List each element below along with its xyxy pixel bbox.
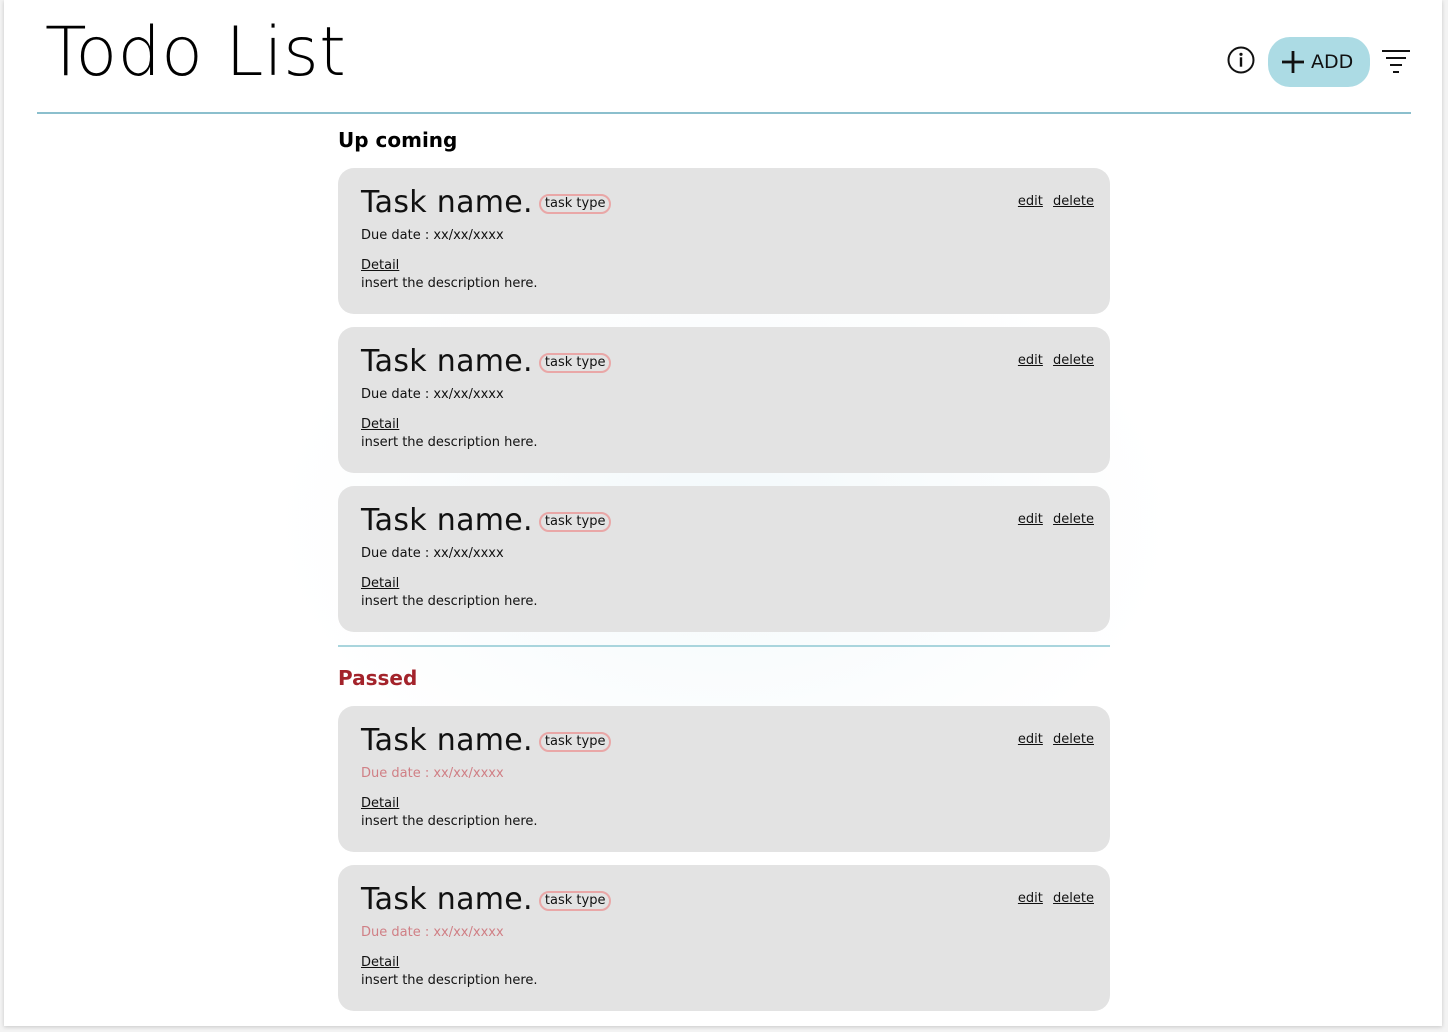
task-description: insert the description here. bbox=[361, 435, 538, 450]
task-type-badge: task type bbox=[538, 731, 612, 752]
task-header: Task name. task type bbox=[361, 500, 1110, 540]
info-icon bbox=[1227, 46, 1255, 74]
task-actions: edit delete bbox=[1012, 732, 1094, 747]
add-button-label: ADD bbox=[1311, 51, 1354, 73]
task-actions: edit delete bbox=[1012, 512, 1094, 527]
page-header: Todo List ADD bbox=[37, 0, 1411, 114]
task-type-badge: task type bbox=[538, 890, 612, 911]
task-header: Task name. task type bbox=[361, 879, 1110, 919]
task-detail-link[interactable]: Detail bbox=[361, 258, 399, 273]
task-due-date: Due date : xx/xx/xxxx bbox=[361, 387, 504, 402]
task-name: Task name. bbox=[361, 722, 533, 758]
task-detail-link[interactable]: Detail bbox=[361, 796, 399, 811]
delete-task-link[interactable]: delete bbox=[1053, 891, 1094, 906]
task-actions: edit delete bbox=[1012, 891, 1094, 906]
task-description: insert the description here. bbox=[361, 594, 538, 609]
section-title-upcoming: Up coming bbox=[338, 128, 458, 152]
task-type-badge: task type bbox=[538, 352, 612, 373]
task-due-date: Due date : xx/xx/xxxx bbox=[361, 228, 504, 243]
task-due-date: Due date : xx/xx/xxxx bbox=[361, 766, 504, 781]
task-name: Task name. bbox=[361, 343, 533, 379]
delete-task-link[interactable]: delete bbox=[1053, 732, 1094, 747]
delete-task-link[interactable]: delete bbox=[1053, 194, 1094, 209]
section-title-passed: Passed bbox=[338, 666, 418, 690]
task-description: insert the description here. bbox=[361, 814, 538, 829]
task-header: Task name. task type bbox=[361, 182, 1110, 222]
task-card: Task name. task type Due date : xx/xx/xx… bbox=[338, 865, 1110, 1011]
task-name: Task name. bbox=[361, 881, 533, 917]
task-card: Task name. task type Due date : xx/xx/xx… bbox=[338, 486, 1110, 632]
task-card: Task name. task type Due date : xx/xx/xx… bbox=[338, 706, 1110, 852]
task-card: Task name. task type Due date : xx/xx/xx… bbox=[338, 168, 1110, 314]
delete-task-link[interactable]: delete bbox=[1053, 353, 1094, 368]
edit-task-link[interactable]: edit bbox=[1018, 891, 1043, 906]
task-name: Task name. bbox=[361, 502, 533, 538]
task-detail-link[interactable]: Detail bbox=[361, 576, 399, 591]
task-detail-link[interactable]: Detail bbox=[361, 417, 399, 432]
edit-task-link[interactable]: edit bbox=[1018, 732, 1043, 747]
task-list: Up coming Task name. task type Due date … bbox=[338, 124, 1110, 1024]
add-task-button[interactable]: ADD bbox=[1268, 37, 1370, 87]
edit-task-link[interactable]: edit bbox=[1018, 353, 1043, 368]
task-header: Task name. task type bbox=[361, 341, 1110, 381]
task-type-badge: task type bbox=[538, 511, 612, 532]
task-type-badge: task type bbox=[538, 193, 612, 214]
task-header: Task name. task type bbox=[361, 720, 1110, 760]
app-page: Todo List ADD Up coming Task name. task … bbox=[4, 0, 1442, 1026]
delete-task-link[interactable]: delete bbox=[1053, 512, 1094, 527]
task-due-date: Due date : xx/xx/xxxx bbox=[361, 925, 504, 940]
section-divider bbox=[338, 645, 1110, 647]
task-due-date: Due date : xx/xx/xxxx bbox=[361, 546, 504, 561]
task-actions: edit delete bbox=[1012, 353, 1094, 368]
task-detail-link[interactable]: Detail bbox=[361, 955, 399, 970]
task-description: insert the description here. bbox=[361, 973, 538, 988]
task-description: insert the description here. bbox=[361, 276, 538, 291]
filter-button[interactable] bbox=[1381, 47, 1411, 77]
task-name: Task name. bbox=[361, 184, 533, 220]
filter-icon bbox=[1382, 50, 1410, 73]
plus-icon bbox=[1282, 51, 1304, 73]
task-actions: edit delete bbox=[1012, 194, 1094, 209]
edit-task-link[interactable]: edit bbox=[1018, 194, 1043, 209]
task-card: Task name. task type Due date : xx/xx/xx… bbox=[338, 327, 1110, 473]
page-title: Todo List bbox=[45, 13, 347, 92]
info-button[interactable] bbox=[1227, 46, 1255, 74]
edit-task-link[interactable]: edit bbox=[1018, 512, 1043, 527]
